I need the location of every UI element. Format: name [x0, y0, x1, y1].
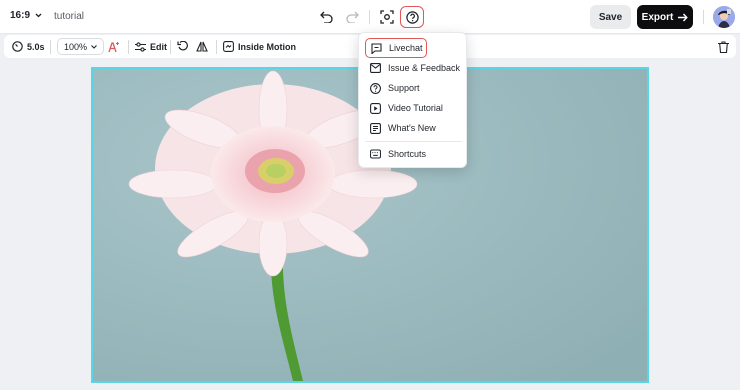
menu-item-label: What's New: [388, 123, 436, 133]
rotate-icon: [177, 41, 188, 51]
menu-item-whats-new[interactable]: What's New: [365, 118, 462, 138]
video-icon: [370, 102, 381, 114]
user-avatar-icon: [713, 6, 735, 28]
mail-icon: [370, 63, 381, 74]
sliders-icon: [135, 41, 146, 52]
menu-item-label: Livechat: [389, 43, 423, 53]
divider: [216, 40, 217, 54]
zoom-value: 100%: [64, 41, 88, 52]
menu-item-video-tutorial[interactable]: Video Tutorial: [365, 98, 462, 118]
question-icon: [370, 82, 381, 94]
question-icon: [405, 10, 419, 24]
help-menu: Livechat Issue & Feedback Support Video …: [358, 32, 467, 168]
edit-label: Edit: [150, 41, 167, 52]
top-bar: 16:9 tutorial Save Export: [0, 0, 740, 34]
help-button[interactable]: [400, 6, 424, 28]
flip-button[interactable]: [196, 35, 208, 58]
aspect-ratio-label: 16:9: [10, 10, 31, 21]
trash-icon: [718, 40, 729, 53]
ai-button[interactable]: [108, 35, 120, 58]
redo-button[interactable]: [344, 9, 360, 25]
project-title[interactable]: tutorial: [54, 11, 84, 22]
zoom-dropdown[interactable]: 100%: [57, 38, 105, 55]
export-button[interactable]: Export: [637, 5, 693, 29]
export-label: Export: [641, 11, 674, 23]
chat-icon: [371, 42, 382, 54]
divider: [170, 40, 171, 54]
divider: [128, 40, 129, 54]
clock-icon: [12, 41, 23, 52]
menu-item-label: Shortcuts: [388, 149, 427, 159]
arrow-right-icon: [678, 13, 689, 21]
capture-icon: [380, 10, 394, 24]
divider: [703, 10, 704, 24]
menu-item-label: Video Tutorial: [388, 103, 443, 113]
save-button[interactable]: Save: [590, 5, 631, 29]
menu-item-livechat[interactable]: Livechat: [365, 38, 427, 58]
news-icon: [370, 122, 381, 134]
aspect-ratio-dropdown[interactable]: 16:9: [10, 10, 42, 21]
menu-divider: [365, 141, 462, 142]
keyboard-icon: [370, 149, 381, 160]
menu-item-label: Issue & Feedback: [388, 63, 461, 73]
ai-sparkle-icon: [108, 41, 119, 52]
duration-button[interactable]: 5.0s: [12, 35, 45, 58]
menu-item-label: Support: [388, 83, 420, 93]
screenshot-button[interactable]: [378, 8, 396, 26]
menu-item-issue-feedback[interactable]: Issue & Feedback: [365, 58, 462, 78]
divider: [50, 40, 51, 54]
inside-motion-button[interactable]: Inside Motion: [223, 35, 296, 58]
menu-item-support[interactable]: Support: [365, 78, 462, 98]
divider: [369, 10, 370, 24]
delete-button[interactable]: [718, 35, 729, 58]
redo-icon: [345, 11, 359, 23]
undo-icon: [319, 11, 333, 23]
edit-button[interactable]: Edit: [135, 35, 167, 58]
flip-icon: [196, 41, 208, 52]
avatar[interactable]: [713, 6, 735, 28]
inside-motion-label: Inside Motion: [238, 41, 296, 52]
motion-icon: [223, 41, 234, 52]
menu-item-shortcuts[interactable]: Shortcuts: [365, 144, 462, 164]
duration-value: 5.0s: [27, 41, 45, 52]
chevron-down-icon: [35, 13, 42, 18]
undo-button[interactable]: [318, 9, 334, 25]
rotate-button[interactable]: [177, 35, 188, 58]
chevron-down-icon: [91, 44, 97, 49]
